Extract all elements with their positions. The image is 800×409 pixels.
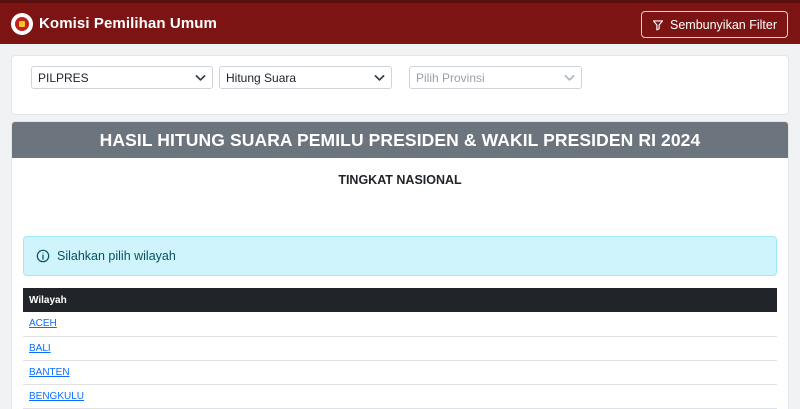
count-type-select[interactable]: Hitung Suara: [219, 66, 392, 89]
region-link-banten[interactable]: BANTEN: [29, 367, 70, 378]
province-select[interactable]: Pilih Provinsi: [409, 66, 582, 89]
province-placeholder: Pilih Provinsi: [416, 70, 485, 85]
alert-text: Silahkan pilih wilayah: [57, 249, 176, 263]
election-type-select[interactable]: PILPRES: [31, 66, 213, 89]
table-row: BALI: [23, 336, 777, 361]
table-header-row: Wilayah: [23, 288, 777, 312]
region-link-aceh[interactable]: ACEH: [29, 318, 57, 329]
table-row: BENGKULU: [23, 384, 777, 409]
info-alert: Silahkan pilih wilayah: [23, 236, 777, 276]
filter-panel: PILPRES Hitung Suara Pilih Provinsi: [11, 55, 789, 115]
brand-title: Komisi Pemilihan Umum: [39, 15, 217, 32]
table-row: ACEH: [23, 312, 777, 337]
region-table: Wilayah ACEH BALI BANTEN BENGKULU: [23, 288, 777, 409]
chevron-down-icon: [374, 75, 385, 81]
count-type-value: Hitung Suara: [226, 70, 297, 85]
region-link-bengkulu[interactable]: BENGKULU: [29, 391, 84, 402]
region-link-bali[interactable]: BALI: [29, 343, 51, 354]
brand[interactable]: Komisi Pemilihan Umum: [11, 12, 217, 35]
table-row: BANTEN: [23, 360, 777, 385]
chevron-down-icon: [195, 75, 206, 81]
top-navbar: Komisi Pemilihan Umum Sembunyikan Filter: [0, 0, 800, 44]
level-subtitle: TINGKAT NASIONAL: [338, 173, 462, 187]
filter-icon: [652, 19, 664, 30]
kpu-logo: [11, 12, 33, 35]
chevron-down-icon: [564, 75, 575, 81]
election-type-value: PILPRES: [38, 70, 89, 85]
toggle-filter-label: Sembunyikan Filter: [670, 17, 777, 32]
page-title: HASIL HITUNG SUARA PEMILU PRESIDEN & WAK…: [12, 122, 788, 158]
column-header-wilayah: Wilayah: [23, 288, 777, 312]
results-card: HASIL HITUNG SUARA PEMILU PRESIDEN & WAK…: [11, 121, 789, 409]
info-icon: [36, 249, 50, 263]
toggle-filter-button[interactable]: Sembunyikan Filter: [641, 11, 788, 38]
